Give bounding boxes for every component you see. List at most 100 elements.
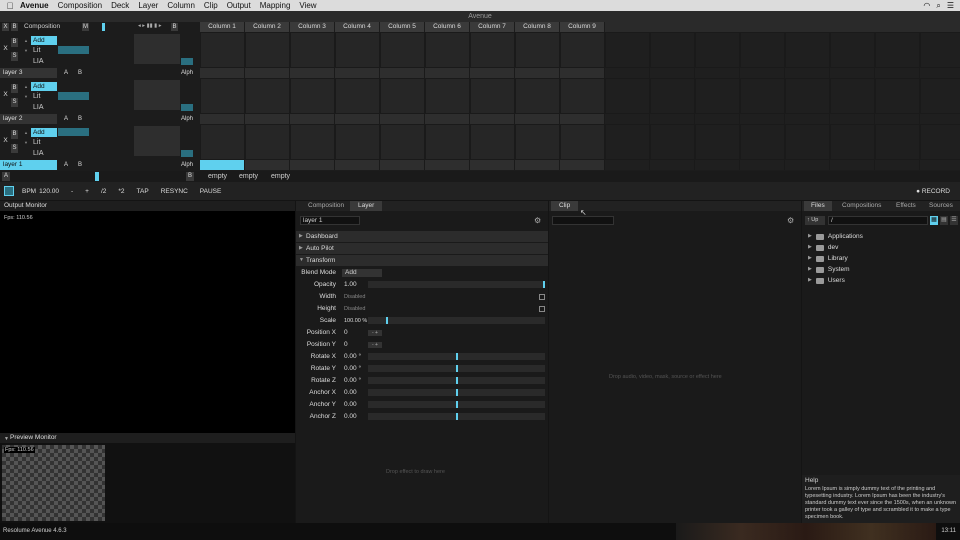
layer-b-button[interactable]: B xyxy=(11,84,18,93)
clip-cell-label-strip[interactable] xyxy=(740,114,785,124)
clip-cell[interactable] xyxy=(560,78,605,114)
clip-cell[interactable] xyxy=(245,78,290,114)
layer-lit-label[interactable]: Lit xyxy=(33,47,40,54)
clip-cell[interactable] xyxy=(380,32,425,68)
composition-label[interactable]: Composition xyxy=(24,23,60,30)
column-header-7[interactable]: Column 7 xyxy=(470,22,515,32)
bpm-half-button[interactable]: /2 xyxy=(101,188,106,195)
menu-column[interactable]: Column xyxy=(167,1,195,10)
layer-blend-dropdown[interactable]: Add xyxy=(31,82,57,91)
clip-cell[interactable] xyxy=(380,78,425,114)
clip-cell[interactable] xyxy=(605,32,650,68)
comp-b-button[interactable]: B xyxy=(11,23,18,31)
layer-b2-button[interactable]: B xyxy=(76,115,84,123)
section-transform[interactable]: ▼ Transform xyxy=(296,255,548,266)
clip-cell[interactable] xyxy=(740,124,785,160)
param-slider-handle[interactable] xyxy=(456,401,458,408)
layer-transport-controls[interactable] xyxy=(134,126,180,156)
menu-list-icon[interactable]: ☰ xyxy=(947,1,954,10)
clip-cell-label-strip[interactable] xyxy=(515,68,560,78)
clip-cell[interactable] xyxy=(875,32,920,68)
column-header-6[interactable]: Column 6 xyxy=(425,22,470,32)
clip-cell-label-strip[interactable] xyxy=(785,114,830,124)
param-slider[interactable] xyxy=(368,317,545,324)
layer-lia-label[interactable]: LIA xyxy=(33,150,44,157)
clip-cell[interactable] xyxy=(830,124,875,160)
clip-cell[interactable] xyxy=(200,78,245,114)
clip-cell-label-strip[interactable] xyxy=(740,160,785,170)
clip-cell-label-strip[interactable] xyxy=(470,114,515,124)
layer-arrows-icon[interactable]: ▲ ▼ xyxy=(24,36,29,66)
clip-cell[interactable] xyxy=(245,124,290,160)
clip-cell-label-strip[interactable] xyxy=(875,114,920,124)
clip-cell-label-strip[interactable] xyxy=(200,68,245,78)
clip-cell[interactable] xyxy=(560,32,605,68)
expand-caret-icon[interactable]: ▶ xyxy=(808,242,812,253)
param-value[interactable]: 0 xyxy=(344,327,348,339)
layer-arrows-icon[interactable]: ▲ ▼ xyxy=(24,82,29,112)
clip-cell[interactable] xyxy=(740,78,785,114)
clip-cell[interactable] xyxy=(830,78,875,114)
param-value[interactable]: 0 xyxy=(344,339,348,351)
search-icon[interactable]: ⌕ xyxy=(936,1,940,11)
clip-cell[interactable] xyxy=(425,78,470,114)
expand-caret-icon[interactable]: ▶ xyxy=(808,253,812,264)
resync-button[interactable]: RESYNC xyxy=(161,188,188,195)
clip-cell[interactable] xyxy=(695,78,740,114)
tab-compositions[interactable]: Compositions xyxy=(834,201,889,211)
menu-deck[interactable]: Deck xyxy=(111,1,129,10)
clip-cell-label-strip[interactable] xyxy=(560,68,605,78)
path-field[interactable]: / xyxy=(828,216,928,225)
clip-name-field[interactable] xyxy=(552,216,614,225)
clip-cell[interactable] xyxy=(875,124,920,160)
clip-cell-label-strip[interactable] xyxy=(650,114,695,124)
clip-cell[interactable] xyxy=(830,32,875,68)
param-slider-handle[interactable] xyxy=(456,377,458,384)
clip-cell[interactable] xyxy=(425,32,470,68)
menu-mapping[interactable]: Mapping xyxy=(260,1,291,10)
layer-blend-dropdown[interactable]: Add xyxy=(31,128,57,137)
layer-opacity-slider[interactable] xyxy=(58,92,89,100)
bpm-double-button[interactable]: *2 xyxy=(118,188,124,195)
column-header-1[interactable]: Column 1 xyxy=(200,22,245,32)
clip-cell-label-strip[interactable] xyxy=(560,160,605,170)
param-slider-handle[interactable] xyxy=(456,413,458,420)
layer-x-button[interactable]: X xyxy=(2,136,9,145)
clip-cell-label-strip[interactable] xyxy=(335,68,380,78)
column-header-9[interactable]: Column 9 xyxy=(560,22,605,32)
layer-a-button[interactable]: A xyxy=(62,161,70,169)
metronome-icon[interactable] xyxy=(4,186,14,196)
clip-cell-label-strip[interactable] xyxy=(560,114,605,124)
clip-cell[interactable] xyxy=(695,32,740,68)
param-stepper[interactable]: - + xyxy=(368,330,382,336)
bpm-plus-button[interactable]: + xyxy=(85,188,89,195)
layer-x-button[interactable]: X xyxy=(2,44,9,53)
param-value[interactable]: 1.00 xyxy=(344,279,357,291)
menu-app[interactable]: Avenue xyxy=(20,1,49,10)
clip-cell[interactable] xyxy=(650,32,695,68)
clip-cell-label-strip[interactable] xyxy=(245,160,290,170)
clip-cell[interactable] xyxy=(740,32,785,68)
clip-cell-label-strip[interactable] xyxy=(245,114,290,124)
bpm-value[interactable]: 120.00 xyxy=(39,188,59,195)
layer-settings-gear-icon[interactable]: ⚙ xyxy=(534,216,541,225)
expand-caret-icon[interactable]: ▶ xyxy=(808,231,812,242)
param-stepper[interactable]: - + xyxy=(368,342,382,348)
param-slider[interactable] xyxy=(368,377,545,384)
layer-alph-button[interactable]: Alph xyxy=(180,115,194,123)
param-value[interactable]: 0.00 ° xyxy=(344,375,361,387)
clip-settings-gear-icon[interactable]: ⚙ xyxy=(787,216,794,225)
param-value[interactable]: 0.00 xyxy=(344,387,357,399)
file-tree-item[interactable]: ▶ Applications xyxy=(808,231,863,242)
layer-s-button[interactable]: S xyxy=(11,144,18,153)
layer-a-button[interactable]: A xyxy=(62,115,70,123)
clip-cell[interactable] xyxy=(290,124,335,160)
clip-cell-label-strip[interactable] xyxy=(425,68,470,78)
column-header-8[interactable]: Column 8 xyxy=(515,22,560,32)
tab-layer[interactable]: Layer xyxy=(350,201,383,211)
clip-cell[interactable] xyxy=(650,124,695,160)
column-header-5[interactable]: Column 5 xyxy=(380,22,425,32)
crossfader-handle[interactable] xyxy=(95,172,99,181)
section-autopilot[interactable]: ▶ Auto Pilot xyxy=(296,243,548,254)
layer-arrows-icon[interactable]: ▲ ▼ xyxy=(24,128,29,158)
